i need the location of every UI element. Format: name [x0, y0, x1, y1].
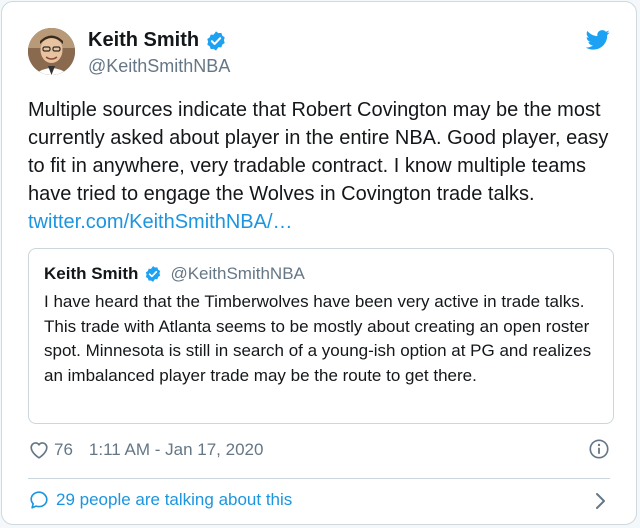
tweet-card: Keith Smith @KeithSmithNBA Multiple sour…	[1, 1, 637, 525]
conversation-label: 29 people are talking about this	[56, 490, 293, 509]
heart-icon[interactable]	[28, 439, 50, 461]
quoted-author-name: Keith Smith	[44, 264, 139, 283]
author-name-text: Keith Smith	[88, 29, 200, 51]
tweet-body: Multiple sources indicate that Robert Co…	[28, 99, 609, 205]
speech-bubble-icon	[28, 489, 50, 511]
conversation-link[interactable]: 29 people are talking about this	[28, 489, 292, 511]
chevron-right-icon[interactable]	[594, 491, 608, 511]
timestamp[interactable]: 1:11 AM - Jan 17, 2020	[89, 440, 264, 460]
quoted-text: I have heard that the Timberwolves have …	[44, 292, 592, 385]
quoted-author: Keith Smith @KeithSmithNBA	[44, 264, 305, 284]
info-icon[interactable]	[588, 438, 610, 460]
quoted-author-handle: @KeithSmithNBA	[170, 264, 305, 283]
like-count[interactable]: 76	[54, 440, 73, 460]
tweet-text: Multiple sources indicate that Robert Co…	[28, 96, 620, 236]
tweet-meta: 76 1:11 AM - Jan 17, 2020	[28, 438, 263, 462]
author-name[interactable]: Keith Smith	[88, 29, 227, 52]
author-handle[interactable]: @KeithSmithNBA	[88, 56, 230, 77]
verified-badge-icon	[144, 265, 162, 283]
avatar[interactable]	[28, 28, 75, 75]
twitter-bird-icon[interactable]	[585, 30, 610, 50]
tweet-link[interactable]: twitter.com/KeithSmithNBA/…	[28, 208, 620, 236]
verified-badge-icon	[205, 30, 227, 52]
avatar-image	[28, 28, 75, 75]
divider	[28, 478, 610, 479]
quoted-tweet[interactable]: Keith Smith @KeithSmithNBA I have heard …	[28, 248, 614, 424]
